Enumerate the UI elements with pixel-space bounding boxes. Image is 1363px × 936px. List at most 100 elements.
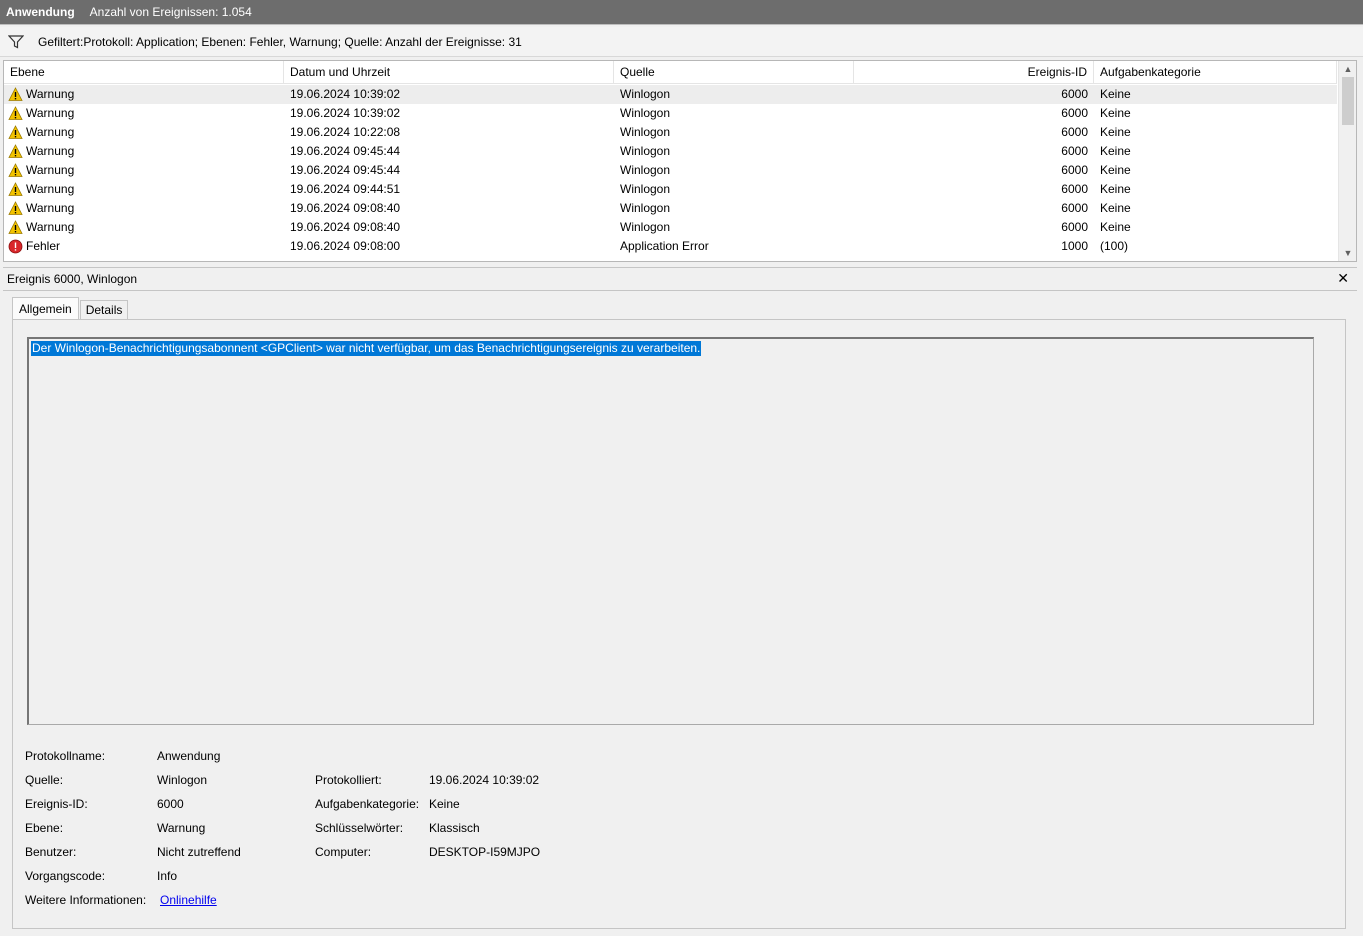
cell-level: Fehler	[4, 237, 284, 256]
table-row[interactable]: Warnung 19.06.2024 09:45:44 Winlogon 6000 Ke…	[4, 161, 1337, 180]
event-message-text[interactable]: Der Winlogon-Benachrichtigungsabonnent <…	[31, 341, 702, 356]
online-help-link[interactable]: Onlinehilfe	[160, 892, 217, 908]
cell-level: Warnung	[4, 161, 284, 180]
cell-date: 19.06.2024 10:39:02	[290, 106, 401, 120]
value-log-name: Anwendung	[157, 749, 221, 763]
value-keywords: Klassisch	[429, 821, 480, 835]
label-logged: Protokolliert:	[315, 773, 382, 787]
cell-event-id: 6000	[1061, 201, 1088, 215]
warning-icon	[8, 182, 23, 197]
general-panel: Der Winlogon-Benachrichtigungsabonnent <…	[12, 319, 1346, 929]
warning-icon	[8, 87, 23, 102]
label-opcode: Vorgangscode:	[25, 869, 106, 883]
column-header-source[interactable]: Quelle	[614, 61, 854, 84]
log-title-bar: Anwendung Anzahl von Ereignissen: 1.054	[0, 0, 1363, 25]
cell-level: Warnung	[4, 104, 284, 123]
detail-tabs: Allgemein Details	[12, 297, 129, 321]
cell-level-text: Warnung	[26, 87, 75, 101]
label-source: Quelle:	[25, 773, 64, 787]
cell-source: Winlogon	[620, 87, 671, 101]
value-event-id: 6000	[157, 797, 184, 811]
cell-source: Winlogon	[620, 182, 671, 196]
filter-bar: Gefiltert:Protokoll: Application; Ebenen…	[0, 27, 1363, 57]
cell-event-id: 6000	[1061, 144, 1088, 158]
value-user: Nicht zutreffend	[157, 845, 241, 859]
value-logged: 19.06.2024 10:39:02	[429, 773, 540, 787]
cell-source: Winlogon	[620, 144, 671, 158]
error-icon	[8, 239, 23, 254]
value-task-category: Keine	[429, 797, 460, 811]
cell-date: 19.06.2024 10:22:08	[290, 125, 401, 139]
tab-details[interactable]: Details	[79, 300, 129, 320]
event-list-scrollbar[interactable]: ▲ ▼	[1338, 61, 1356, 261]
cell-level-text: Warnung	[26, 125, 75, 139]
event-detail-title: Ereignis 6000, Winlogon	[7, 272, 138, 286]
cell-category: Keine	[1100, 144, 1131, 158]
table-row[interactable]: Fehler 19.06.2024 09:08:00 Application Err…	[4, 237, 1337, 256]
label-computer: Computer:	[315, 845, 372, 859]
tab-general[interactable]: Allgemein	[12, 297, 79, 321]
cell-level: Warnung	[4, 123, 284, 142]
cell-category: Keine	[1100, 87, 1131, 101]
cell-event-id: 6000	[1061, 182, 1088, 196]
cell-source: Winlogon	[620, 220, 671, 234]
label-keywords: Schlüsselwörter:	[315, 821, 404, 835]
cell-date: 19.06.2024 10:39:02	[290, 87, 401, 101]
cell-level-text: Warnung	[26, 201, 75, 215]
table-row[interactable]: Warnung 19.06.2024 10:22:08 Winlogon 6000 Ke…	[4, 123, 1337, 142]
cell-category: Keine	[1100, 201, 1131, 215]
cell-event-id: 1000	[1061, 239, 1088, 253]
cell-level: Warnung	[4, 142, 284, 161]
scrollbar-thumb[interactable]	[1342, 77, 1354, 125]
cell-date: 19.06.2024 09:45:44	[290, 163, 401, 177]
event-rows: Warnung 19.06.2024 10:39:02 Winlogon 6000 Ke…	[4, 85, 1337, 256]
cell-date: 19.06.2024 09:44:51	[290, 182, 401, 196]
cell-event-id: 6000	[1061, 220, 1088, 234]
table-row[interactable]: Warnung 19.06.2024 09:08:40 Winlogon 6000 Ke…	[4, 199, 1337, 218]
event-message-box[interactable]: Der Winlogon-Benachrichtigungsabonnent <…	[27, 337, 1314, 725]
cell-category: Keine	[1100, 220, 1131, 234]
cell-category: (100)	[1100, 239, 1129, 253]
cell-level-text: Fehler	[26, 239, 61, 253]
value-computer: DESKTOP-I59MJPO	[429, 845, 541, 859]
warning-icon	[8, 106, 23, 121]
log-name: Anwendung	[6, 5, 75, 19]
label-event-id: Ereignis-ID:	[25, 797, 88, 811]
cell-category: Keine	[1100, 125, 1131, 139]
column-header-event-id[interactable]: Ereignis-ID	[854, 61, 1094, 84]
funnel-icon	[7, 34, 25, 49]
scroll-up-icon[interactable]: ▲	[1339, 62, 1356, 76]
cell-date: 19.06.2024 09:08:00	[290, 239, 401, 253]
table-row[interactable]: Warnung 19.06.2024 10:39:02 Winlogon 6000 Ke…	[4, 85, 1337, 104]
label-task-category: Aufgabenkategorie:	[315, 797, 420, 811]
cell-level: Warnung	[4, 218, 284, 237]
table-row[interactable]: Warnung 19.06.2024 09:45:44 Winlogon 6000 Ke…	[4, 142, 1337, 161]
cell-source: Winlogon	[620, 201, 671, 215]
value-opcode: Info	[157, 869, 178, 883]
cell-date: 19.06.2024 09:08:40	[290, 220, 401, 234]
filter-text: Gefiltert:Protokoll: Application; Ebenen…	[38, 34, 522, 49]
cell-level: Warnung	[4, 85, 284, 104]
column-header-level[interactable]: Ebene	[4, 61, 284, 84]
warning-icon	[8, 125, 23, 140]
cell-category: Keine	[1100, 182, 1131, 196]
column-header-date[interactable]: Datum und Uhrzeit	[284, 61, 614, 84]
event-list-header: Ebene Datum und Uhrzeit Quelle Ereignis-…	[4, 61, 1337, 84]
table-row[interactable]: Warnung 19.06.2024 09:08:40 Winlogon 6000 Ke…	[4, 218, 1337, 237]
scroll-down-icon[interactable]: ▼	[1339, 246, 1356, 260]
cell-event-id: 6000	[1061, 163, 1088, 177]
table-row[interactable]: Warnung 19.06.2024 09:44:51 Winlogon 6000 Ke…	[4, 180, 1337, 199]
cell-source: Winlogon	[620, 125, 671, 139]
table-row[interactable]: Warnung 19.06.2024 10:39:02 Winlogon 6000 Ke…	[4, 104, 1337, 123]
cell-date: 19.06.2024 09:45:44	[290, 144, 401, 158]
cell-event-id: 6000	[1061, 106, 1088, 120]
event-detail-header: Ereignis 6000, Winlogon ✕	[3, 267, 1357, 291]
event-properties: Protokollname: Anwendung Quelle: Winlogo…	[25, 738, 725, 918]
cell-source: Winlogon	[620, 163, 671, 177]
cell-level-text: Warnung	[26, 144, 75, 158]
column-header-category[interactable]: Aufgabenkategorie	[1094, 61, 1337, 84]
close-icon[interactable]: ✕	[1337, 270, 1349, 287]
cell-level: Warnung	[4, 180, 284, 199]
event-count: Anzahl von Ereignissen: 1.054	[89, 5, 252, 19]
cell-source: Application Error	[620, 239, 709, 253]
